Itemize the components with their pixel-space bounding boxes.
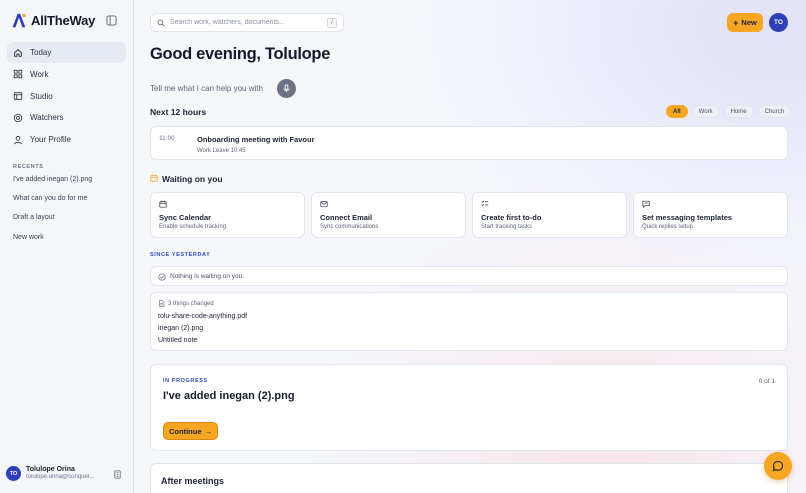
waiting-heading: Waiting on you	[162, 174, 223, 184]
page-title: Good evening, Tolulope	[150, 45, 331, 63]
sidebar-item-watchers[interactable]: Watchers	[7, 107, 126, 128]
microphone-button[interactable]	[277, 79, 296, 98]
sidebar-item-label: Work	[30, 69, 49, 79]
new-button[interactable]: + New	[727, 13, 763, 32]
create-todo-card[interactable]: Create first to-do Start tracking tasks	[472, 192, 627, 238]
sidebar-item-studio[interactable]: Studio	[7, 86, 126, 107]
continue-button-label: Continue	[169, 426, 202, 436]
card-title: Create first to-do	[481, 213, 542, 222]
user-account[interactable]: TO Tolulope Orina tolulope.orina@conquer…	[6, 466, 128, 482]
in-progress-card: IN PROGRESS 0 of 1 I've added inegan (2)…	[150, 364, 788, 451]
in-progress-title: I've added inegan (2).png	[163, 390, 295, 402]
brand[interactable]: AllTheWay	[10, 12, 95, 29]
changed-item[interactable]: inegan (2).png	[158, 325, 203, 332]
sidebar: AllTheWay Today Work Studio Watchers You…	[0, 0, 134, 493]
sidebar-nav: Today Work Studio Watchers Your Profile	[7, 42, 126, 151]
after-meetings-card: After meetings	[150, 463, 788, 493]
card-subtitle: Enable schedule tracking	[159, 224, 227, 230]
after-meetings-heading: After meetings	[161, 476, 225, 486]
user-name: Tolulope Orina	[26, 466, 75, 473]
user-avatar: TO	[6, 466, 21, 482]
message-icon	[642, 200, 650, 208]
event-meta: Work Leave 10:45	[197, 148, 246, 154]
filter-chip-church[interactable]: Church	[757, 105, 791, 118]
filter-chip-home[interactable]: Home	[723, 105, 754, 118]
chat-bubble-icon	[772, 460, 784, 472]
card-subtitle: Sync communications	[320, 224, 379, 230]
sidebar-item-label: Today	[30, 48, 52, 57]
filter-chip-all[interactable]: All	[666, 105, 688, 118]
changed-item[interactable]: Untitled note	[158, 337, 197, 344]
changes-card: 3 things changed tolu-share-code-anythin…	[150, 292, 788, 351]
sidebar-item-label: Studio	[30, 91, 53, 101]
main-content: / + New TO Good evening, Tolulope Tell m…	[134, 0, 806, 493]
recent-item[interactable]: I've added inegan (2).png	[13, 176, 92, 195]
check-circle-icon	[158, 273, 166, 281]
sidebar-item-work[interactable]: Work	[7, 64, 126, 85]
event-time: 11:00	[159, 135, 175, 142]
calendar-icon	[150, 174, 158, 182]
filter-chip-work[interactable]: Work	[691, 105, 720, 118]
search-shortcut-key: /	[327, 18, 337, 28]
calendar-icon	[159, 200, 167, 208]
assistant-prompt[interactable]: Tell me what I can help you with	[150, 84, 263, 93]
studio-icon	[13, 92, 23, 100]
card-title: Connect Email	[320, 213, 373, 222]
plus-icon: +	[733, 17, 739, 28]
watchers-icon	[13, 113, 23, 123]
connect-email-card[interactable]: Connect Email Sync communications	[311, 192, 466, 238]
chat-button[interactable]	[764, 452, 792, 480]
microphone-icon	[283, 84, 290, 93]
card-subtitle: Quick replies setup	[642, 224, 694, 230]
document-icon	[159, 300, 165, 307]
recent-item[interactable]: New work	[13, 234, 92, 253]
nothing-waiting-card: Nothing is waiting on you.	[150, 266, 788, 286]
search-bar[interactable]: /	[150, 13, 344, 32]
filter-chips: All Work Home Church	[666, 105, 791, 118]
recent-item[interactable]: What can you do for me	[13, 195, 92, 214]
collapse-sidebar-icon[interactable]	[106, 15, 117, 26]
sidebar-item-your-profile[interactable]: Your Profile	[7, 129, 126, 150]
sidebar-item-label: Your Profile	[30, 135, 72, 145]
home-icon	[14, 48, 22, 57]
sync-calendar-card[interactable]: Sync Calendar Enable schedule tracking	[150, 192, 305, 238]
event-title: Onboarding meeting with Favour	[197, 135, 315, 144]
in-progress-label: IN PROGRESS	[163, 378, 208, 384]
progress-count: 0 of 1	[758, 378, 775, 385]
continue-button[interactable]: Continue →	[163, 422, 218, 440]
event-card[interactable]: 11:00 Onboarding meeting with Favour Wor…	[150, 126, 788, 160]
mail-icon	[320, 201, 328, 208]
checklist-icon	[481, 200, 489, 207]
building-icon[interactable]	[113, 470, 122, 479]
search-input[interactable]	[170, 19, 320, 26]
arrow-right-icon: →	[204, 426, 213, 436]
card-title: Set messaging templates	[642, 213, 733, 222]
brand-name: AllTheWay	[31, 13, 96, 28]
sidebar-item-today[interactable]: Today	[7, 42, 126, 63]
recents-heading: RECENTS	[13, 164, 44, 170]
sidebar-item-label: Watchers	[30, 113, 64, 123]
card-subtitle: Start tracking tasks	[481, 224, 533, 230]
since-yesterday-heading: SINCE YESTERDAY	[150, 252, 211, 258]
search-icon	[157, 19, 165, 27]
user-icon	[14, 135, 22, 145]
changes-header: 3 things changed	[158, 300, 214, 307]
avatar[interactable]: TO	[769, 13, 788, 32]
grid-icon	[13, 70, 23, 79]
next-hours-heading: Next 12 hours	[150, 107, 207, 117]
card-title: Sync Calendar	[159, 213, 212, 222]
messaging-templates-card[interactable]: Set messaging templates Quick replies se…	[633, 192, 788, 238]
brand-logo-icon	[12, 13, 26, 28]
recents-list: I've added inegan (2).png What can you d…	[13, 176, 92, 253]
nothing-waiting-text: Nothing is waiting on you.	[170, 273, 245, 280]
recent-item[interactable]: Draft a layout	[13, 214, 92, 233]
changed-item[interactable]: tolu-share-code-anything.pdf	[158, 313, 247, 320]
user-email: tolulope.orina@conquer...	[26, 474, 95, 481]
new-button-label: New	[741, 18, 757, 27]
changes-count: 3 things changed	[168, 300, 214, 307]
